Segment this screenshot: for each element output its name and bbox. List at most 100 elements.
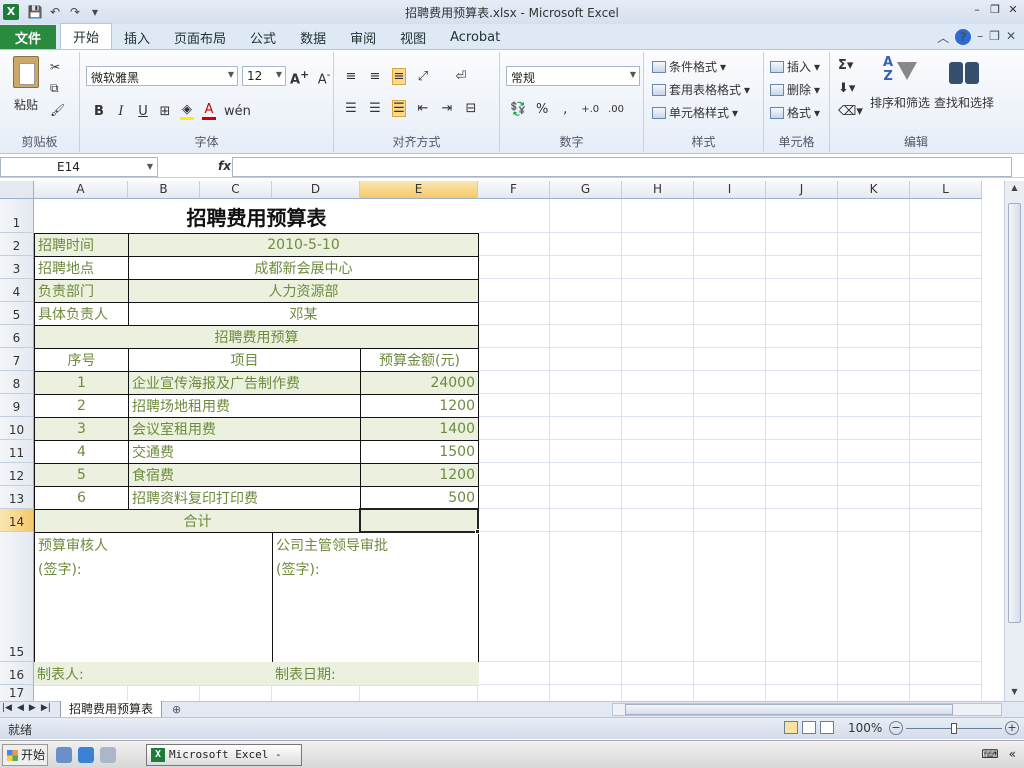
- merge-center-icon[interactable]: ⊟: [464, 101, 478, 116]
- header-item-cell[interactable]: 项目: [128, 348, 361, 372]
- conditional-format-button[interactable]: 条件格式 ▾: [652, 58, 750, 75]
- fill-color-icon[interactable]: ◈: [180, 102, 194, 120]
- find-select-button[interactable]: 查找和选择: [934, 56, 994, 111]
- info-value-cell[interactable]: 人力资源部: [128, 279, 479, 303]
- tab-view[interactable]: 视图: [388, 25, 438, 49]
- normal-view-icon[interactable]: [784, 721, 798, 734]
- item-amount-cell[interactable]: 500: [360, 486, 479, 510]
- bold-icon[interactable]: B: [92, 104, 106, 119]
- column-header-f[interactable]: F: [478, 181, 550, 199]
- column-header-i[interactable]: I: [694, 181, 766, 199]
- ie-icon[interactable]: [78, 747, 94, 763]
- tab-data[interactable]: 数据: [288, 25, 338, 49]
- item-no-cell[interactable]: 4: [34, 440, 129, 464]
- save-icon[interactable]: 💾: [25, 3, 45, 21]
- item-amount-cell[interactable]: 1500: [360, 440, 479, 464]
- row-header-9[interactable]: 9: [0, 394, 34, 417]
- maker-cell[interactable]: 制表人:: [34, 662, 273, 686]
- select-all-corner[interactable]: [0, 181, 34, 199]
- row-header-11[interactable]: 11: [0, 440, 34, 463]
- zoom-level[interactable]: 100%: [848, 721, 882, 735]
- row-header-10[interactable]: 10: [0, 417, 34, 440]
- insert-function-icon[interactable]: fx: [218, 159, 231, 173]
- underline-icon[interactable]: U: [136, 104, 150, 119]
- sheet-tab-budget[interactable]: 招聘费用预算表: [60, 701, 163, 718]
- row-header-14[interactable]: 14: [0, 509, 34, 532]
- info-label-cell[interactable]: 招聘地点: [34, 256, 129, 280]
- item-name-cell[interactable]: 食宿费: [128, 463, 361, 487]
- scroll-up-icon[interactable]: ▲: [1008, 183, 1021, 195]
- page-break-view-icon[interactable]: [820, 721, 834, 734]
- format-painter-icon[interactable]: 🖌: [50, 103, 65, 117]
- italic-icon[interactable]: I: [114, 104, 128, 119]
- item-amount-cell[interactable]: 1200: [360, 394, 479, 418]
- start-button[interactable]: 开始: [2, 744, 48, 766]
- item-amount-cell[interactable]: 24000: [360, 371, 479, 395]
- row-header-6[interactable]: 6: [0, 325, 34, 348]
- align-left-icon[interactable]: ☰: [344, 101, 358, 116]
- increase-indent-icon[interactable]: ⇥: [440, 101, 454, 116]
- number-format-select[interactable]: 常规 ▼: [506, 66, 640, 86]
- customize-qat-icon[interactable]: ▾: [85, 3, 105, 21]
- vertical-scroll-thumb[interactable]: [1008, 203, 1021, 623]
- redo-icon[interactable]: ↷: [65, 3, 85, 21]
- excel-app-icon[interactable]: X: [3, 4, 19, 20]
- currency-icon[interactable]: 💱: [510, 102, 526, 117]
- grow-font-icon[interactable]: A+: [290, 68, 309, 87]
- increase-decimal-icon[interactable]: +.0: [581, 104, 599, 115]
- info-value-cell[interactable]: 成都新会展中心: [128, 256, 479, 280]
- row-header-3[interactable]: 3: [0, 256, 34, 279]
- zoom-in-icon[interactable]: +: [1005, 721, 1019, 735]
- keyboard-icon[interactable]: ⌨: [981, 747, 998, 761]
- undo-icon[interactable]: ↶: [45, 3, 65, 21]
- row-header-17[interactable]: 17: [0, 685, 34, 701]
- sort-filter-button[interactable]: AZ 排序和筛选: [870, 56, 930, 111]
- row-header-5[interactable]: 5: [0, 302, 34, 325]
- item-amount-cell[interactable]: 1200: [360, 463, 479, 487]
- zoom-slider-knob[interactable]: [951, 723, 957, 734]
- restore-icon[interactable]: ❐: [988, 3, 1002, 17]
- row-header-1[interactable]: 1: [0, 199, 34, 233]
- media-icon[interactable]: [100, 747, 116, 763]
- cell-styles-button[interactable]: 单元格样式 ▾: [652, 104, 750, 121]
- copy-icon[interactable]: ⧉: [50, 81, 65, 96]
- zoom-out-icon[interactable]: −: [889, 721, 903, 735]
- approve-sign-cell[interactable]: 公司主管领导审批 (签字):: [272, 532, 479, 663]
- autosum-icon[interactable]: Σ▾: [838, 58, 853, 73]
- align-bottom-icon[interactable]: ≡: [392, 68, 406, 85]
- delete-cells-button[interactable]: 删除 ▾: [770, 81, 820, 98]
- formula-input[interactable]: [232, 156, 1012, 177]
- next-sheet-icon[interactable]: ▶: [29, 703, 36, 713]
- horizontal-scroll-thumb[interactable]: [625, 704, 953, 715]
- sheet-title-cell[interactable]: 招聘费用预算表: [34, 199, 479, 234]
- tab-acrobat[interactable]: Acrobat: [438, 25, 512, 49]
- doc-close-icon[interactable]: ✕: [1006, 29, 1016, 46]
- item-no-cell[interactable]: 3: [34, 417, 129, 441]
- column-header-g[interactable]: G: [550, 181, 622, 199]
- scroll-down-icon[interactable]: ▼: [1008, 687, 1021, 699]
- doc-restore-icon[interactable]: ❐: [989, 29, 1000, 46]
- info-value-cell[interactable]: 2010-5-10: [128, 233, 479, 257]
- row-header-16[interactable]: 16: [0, 662, 34, 685]
- item-no-cell[interactable]: 6: [34, 486, 129, 510]
- tab-review[interactable]: 审阅: [338, 25, 388, 49]
- date-cell[interactable]: 制表日期:: [272, 662, 479, 686]
- tray-expand-icon[interactable]: «: [1009, 747, 1016, 761]
- align-center-icon[interactable]: ☰: [368, 101, 382, 116]
- first-sheet-icon[interactable]: |◀: [2, 703, 12, 713]
- font-name-select[interactable]: 微软雅黑 ▼: [86, 66, 238, 86]
- font-color-icon[interactable]: A: [202, 102, 216, 120]
- column-header-c[interactable]: C: [200, 181, 272, 199]
- paste-button[interactable]: 粘贴: [8, 56, 44, 113]
- fill-handle[interactable]: [475, 529, 480, 534]
- info-label-cell[interactable]: 招聘时间: [34, 233, 129, 257]
- item-name-cell[interactable]: 招聘场地租用费: [128, 394, 361, 418]
- fill-icon[interactable]: ⬇▾: [838, 81, 855, 96]
- tab-formulas[interactable]: 公式: [238, 25, 288, 49]
- collapse-ribbon-icon[interactable]: ︿: [937, 29, 949, 46]
- header-amount-cell[interactable]: 预算金额(元): [360, 348, 479, 372]
- border-icon[interactable]: ⊞: [158, 104, 172, 119]
- help-icon[interactable]: ?: [955, 29, 972, 45]
- column-header-j[interactable]: J: [766, 181, 838, 199]
- header-no-cell[interactable]: 序号: [34, 348, 129, 372]
